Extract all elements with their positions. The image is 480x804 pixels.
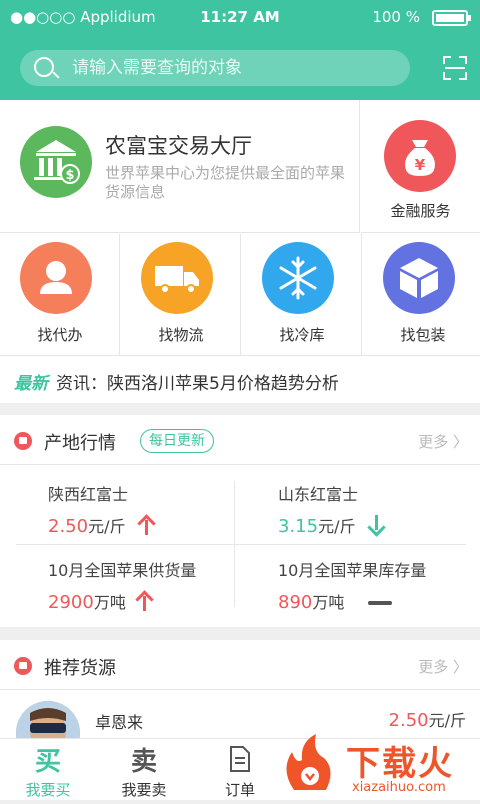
sell-icon: 卖 <box>130 747 157 777</box>
price-unit: 元/斤 <box>428 711 466 730</box>
tab-buy[interactable]: 买 我要买 <box>0 739 96 801</box>
recommend-icon <box>14 657 32 675</box>
truck-icon <box>141 242 213 314</box>
market-section: 产地行情 每日更新 更多 〉 陕西红富士 2.50元/斤 山东红富士 3.15元… <box>0 415 480 627</box>
recommend-price: 2.50元/斤 <box>389 707 466 731</box>
quote-item[interactable]: 陕西红富士 2.50元/斤 <box>0 469 232 545</box>
quote-name: 10月全国苹果供货量 <box>48 561 197 580</box>
tab-label: 订单 <box>224 781 255 799</box>
scan-icon[interactable] <box>443 56 467 80</box>
market-icon <box>14 432 32 450</box>
quote-number: 890 <box>278 592 313 613</box>
service-label: 找代办 <box>37 326 83 344</box>
watermark-brand: 下载火 <box>346 744 454 784</box>
hall-description: 世界苹果中心为您提供最全面的苹果货源信息 <box>105 164 346 201</box>
svg-text:$: $ <box>65 168 74 183</box>
money-bag-icon: ¥ <box>384 120 456 192</box>
news-tag: 最新 <box>14 374 48 394</box>
service-label: 找物流 <box>158 326 204 344</box>
recommend-section: 推荐货源 更多 〉 卓恩来 2.50元/斤 <box>0 640 480 765</box>
watermark-url: xiazaihuo.com <box>352 780 446 795</box>
tab-label: 我要买 <box>25 781 71 799</box>
recommend-header: 推荐货源 更多 〉 <box>0 640 480 690</box>
watermark: 下载火 xiazaihuo.com <box>280 730 480 800</box>
box-icon <box>383 242 455 314</box>
flat-trend-icon <box>368 601 392 605</box>
battery-icon <box>432 10 471 26</box>
quote-name: 山东红富士 <box>278 485 359 504</box>
quote-value: 2900万吨 <box>48 589 126 613</box>
service-logistics[interactable]: 找物流 <box>121 234 241 355</box>
recommend-more-link[interactable]: 更多 〉 <box>418 656 468 677</box>
price-value: 2.50 <box>388 710 429 731</box>
news-ticker[interactable]: 最新 资讯：陕西洛川苹果5月价格趋势分析 <box>0 355 480 403</box>
market-header: 产地行情 每日更新 更多 〉 <box>0 415 480 465</box>
service-agent[interactable]: 找代办 <box>0 234 120 355</box>
market-more-link[interactable]: 更多 〉 <box>418 431 468 452</box>
service-label: 找包装 <box>400 326 446 344</box>
daily-update-badge: 每日更新 <box>140 429 214 453</box>
arrow-up-icon <box>134 591 154 611</box>
status-bar: ●●○○○ Applidium 11:27 AM 100 % <box>0 0 480 34</box>
search-bar[interactable] <box>20 50 410 86</box>
quote-item[interactable]: 山东红富士 3.15元/斤 <box>230 469 462 545</box>
service-packaging[interactable]: 找包装 <box>363 234 480 355</box>
service-label: 找冷库 <box>279 326 325 344</box>
search-icon <box>34 57 54 77</box>
service-grid: 找代办 找物流 找冷库 找包装 <box>0 234 480 355</box>
arrow-down-icon <box>366 515 386 535</box>
quote-unit: 万吨 <box>312 593 345 612</box>
hall-title: 农富宝交易大厅 <box>105 134 252 158</box>
quote-unit: 万吨 <box>93 593 126 612</box>
quote-number: 3.15 <box>278 516 319 537</box>
trading-hall-card[interactable]: $ 农富宝交易大厅 世界苹果中心为您提供最全面的苹果货源信息 <box>0 100 360 233</box>
quote-number: 2.50 <box>48 516 89 537</box>
market-title: 产地行情 <box>44 433 116 454</box>
tab-sell[interactable]: 卖 我要卖 <box>96 739 192 801</box>
snowflake-icon <box>262 242 334 314</box>
quote-name: 陕西红富士 <box>48 485 129 504</box>
service-cold-storage[interactable]: 找冷库 <box>242 234 362 355</box>
battery-label: 100 % <box>372 8 420 26</box>
tab-label: 我要卖 <box>121 781 167 799</box>
svg-text:¥: ¥ <box>415 156 426 174</box>
finance-service[interactable]: ¥ 金融服务 <box>361 100 480 233</box>
quote-value: 3.15元/斤 <box>278 513 355 537</box>
quote-unit: 元/斤 <box>318 517 356 536</box>
document-icon <box>230 746 250 772</box>
buy-icon: 买 <box>34 747 61 777</box>
quote-name: 10月全国苹果库存量 <box>278 561 427 580</box>
quote-item[interactable]: 10月全国苹果库存量 890万吨 <box>230 545 462 621</box>
person-icon <box>20 242 92 314</box>
finance-label: 金融服务 <box>390 202 451 220</box>
top-panel: $ 农富宝交易大厅 世界苹果中心为您提供最全面的苹果货源信息 ¥ 金融服务 找代… <box>0 100 480 355</box>
quote-unit: 元/斤 <box>88 517 126 536</box>
quote-item[interactable]: 10月全国苹果供货量 2900万吨 <box>0 545 232 621</box>
seller-name: 卓恩来 <box>95 713 144 732</box>
arrow-up-icon <box>136 515 156 535</box>
tab-orders[interactable]: 订单 <box>192 739 288 801</box>
app-header: ●●○○○ Applidium 11:27 AM 100 % <box>0 0 480 100</box>
bank-icon: $ <box>20 126 92 198</box>
recommend-title: 推荐货源 <box>44 658 116 679</box>
quote-value: 890万吨 <box>278 589 344 613</box>
search-input[interactable] <box>72 50 392 86</box>
quote-number: 2900 <box>48 592 94 613</box>
quote-value: 2.50元/斤 <box>48 513 125 537</box>
news-text: 资讯：陕西洛川苹果5月价格趋势分析 <box>56 374 339 394</box>
